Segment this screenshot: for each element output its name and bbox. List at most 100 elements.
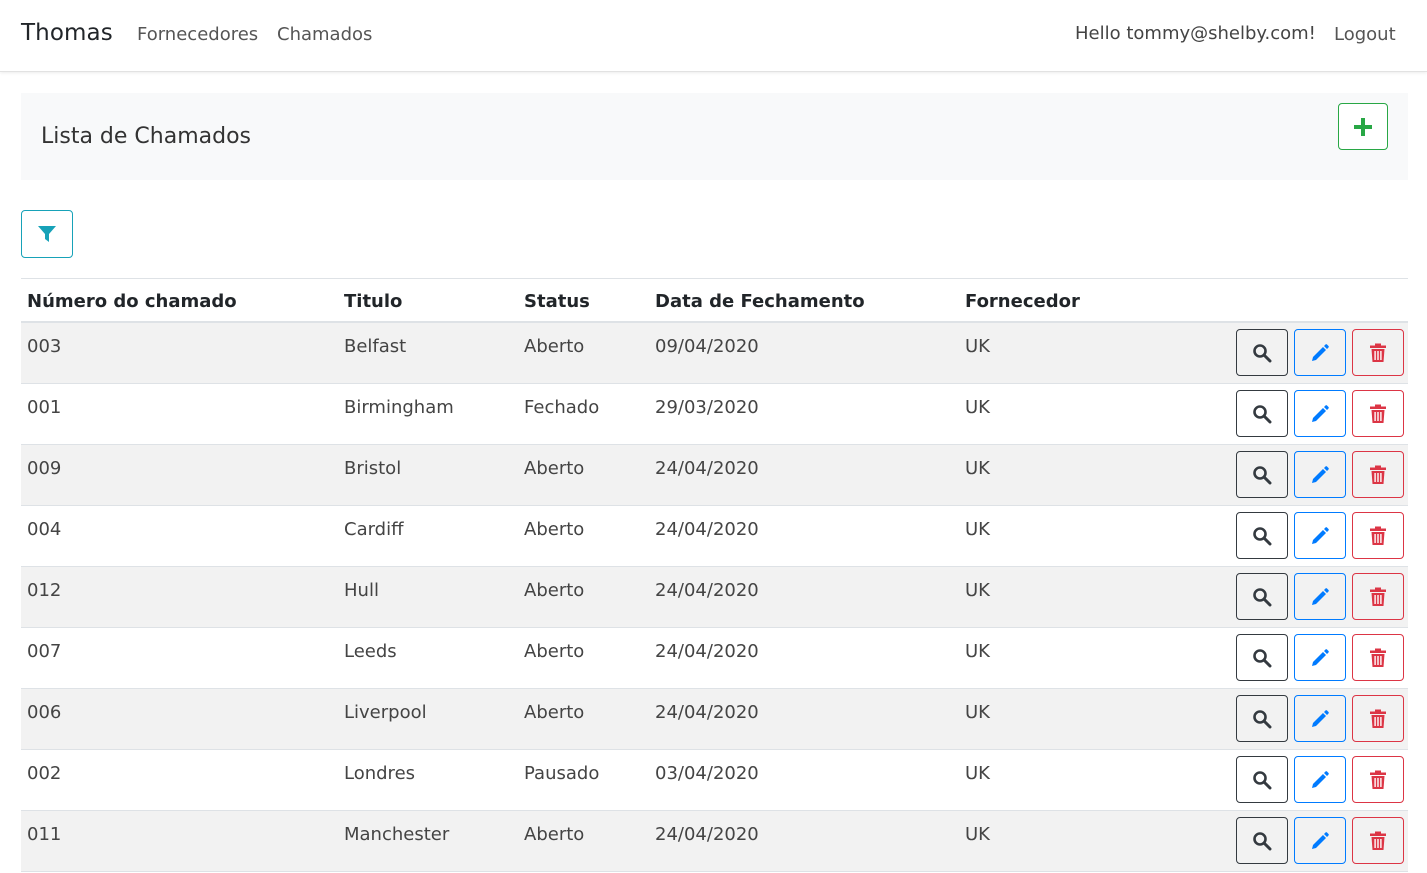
cell-data-fechamento: 24/04/2020: [655, 458, 759, 479]
view-button[interactable]: [1236, 817, 1288, 864]
pencil-icon: [1312, 343, 1329, 361]
pencil-icon: [1312, 587, 1329, 605]
edit-button[interactable]: [1294, 390, 1346, 437]
user-greeting: Hello tommy@shelby.com!: [1075, 23, 1316, 44]
filter-button[interactable]: [21, 210, 73, 258]
trash-icon: [1370, 831, 1386, 850]
cell-titulo: Belfast: [344, 336, 407, 357]
delete-button[interactable]: [1352, 695, 1404, 742]
column-header-titulo: Titulo: [344, 291, 403, 312]
cell-status: Aberto: [524, 580, 585, 601]
cell-numero: 007: [27, 641, 62, 662]
table-row: 004 Cardiff Aberto 24/04/2020 UK: [21, 506, 1408, 567]
pencil-icon: [1312, 831, 1329, 849]
cell-fornecedor: UK: [965, 824, 990, 845]
delete-button[interactable]: [1352, 329, 1404, 376]
logout-link[interactable]: Logout: [1334, 24, 1396, 45]
view-button[interactable]: [1236, 695, 1288, 742]
pencil-icon: [1312, 770, 1329, 788]
view-button[interactable]: [1236, 451, 1288, 498]
navbar: Thomas Fornecedores Chamados Hello tommy…: [0, 0, 1427, 72]
search-icon: [1253, 404, 1272, 423]
cell-data-fechamento: 24/04/2020: [655, 824, 759, 845]
nav-link-chamados[interactable]: Chamados: [277, 24, 372, 45]
page-title: Lista de Chamados: [41, 124, 252, 149]
cell-status: Pausado: [524, 763, 600, 784]
cell-status: Aberto: [524, 336, 585, 357]
cell-fornecedor: UK: [965, 641, 990, 662]
edit-button[interactable]: [1294, 451, 1346, 498]
trash-icon: [1370, 343, 1386, 362]
search-icon: [1253, 526, 1272, 545]
table-row: 001 Birmingham Fechado 29/03/2020 UK: [21, 384, 1408, 445]
cell-titulo: Hull: [344, 580, 379, 601]
cell-titulo: Liverpool: [344, 702, 427, 723]
search-icon: [1253, 648, 1272, 667]
cell-fornecedor: UK: [965, 336, 990, 357]
edit-button[interactable]: [1294, 634, 1346, 681]
cell-numero: 004: [27, 519, 62, 540]
table-row: 012 Hull Aberto 24/04/2020 UK: [21, 567, 1408, 628]
brand-link[interactable]: Thomas: [21, 20, 113, 46]
cell-titulo: Leeds: [344, 641, 397, 662]
pencil-icon: [1312, 648, 1329, 666]
delete-button[interactable]: [1352, 390, 1404, 437]
cell-status: Aberto: [524, 641, 585, 662]
table-row: 009 Bristol Aberto 24/04/2020 UK: [21, 445, 1408, 506]
view-button[interactable]: [1236, 512, 1288, 559]
search-icon: [1253, 587, 1272, 606]
view-button[interactable]: [1236, 390, 1288, 437]
search-icon: [1253, 770, 1272, 789]
view-button[interactable]: [1236, 573, 1288, 620]
column-header-fornecedor: Fornecedor: [965, 291, 1080, 312]
cell-status: Aberto: [524, 519, 585, 540]
cell-fornecedor: UK: [965, 580, 990, 601]
table-row: 011 Manchester Aberto 24/04/2020 UK: [21, 811, 1408, 872]
view-button[interactable]: [1236, 634, 1288, 681]
delete-button[interactable]: [1352, 451, 1404, 498]
cell-fornecedor: UK: [965, 458, 990, 479]
column-header-data: Data de Fechamento: [655, 291, 865, 312]
edit-button[interactable]: [1294, 329, 1346, 376]
cell-status: Aberto: [524, 824, 585, 845]
view-button[interactable]: [1236, 329, 1288, 376]
edit-button[interactable]: [1294, 695, 1346, 742]
pencil-icon: [1312, 404, 1329, 422]
edit-button[interactable]: [1294, 756, 1346, 803]
delete-button[interactable]: [1352, 512, 1404, 559]
delete-button[interactable]: [1352, 634, 1404, 681]
edit-button[interactable]: [1294, 573, 1346, 620]
edit-button[interactable]: [1294, 817, 1346, 864]
cell-titulo: Londres: [344, 763, 416, 784]
edit-button[interactable]: [1294, 512, 1346, 559]
cell-fornecedor: UK: [965, 763, 990, 784]
filter-icon: [38, 226, 56, 242]
nav-link-fornecedores[interactable]: Fornecedores: [137, 24, 258, 45]
cell-numero: 006: [27, 702, 62, 723]
pencil-icon: [1312, 465, 1329, 483]
cell-numero: 011: [27, 824, 62, 845]
add-chamado-button[interactable]: [1338, 103, 1388, 150]
cell-data-fechamento: 09/04/2020: [655, 336, 759, 357]
view-button[interactable]: [1236, 756, 1288, 803]
delete-button[interactable]: [1352, 573, 1404, 620]
pencil-icon: [1312, 709, 1329, 727]
cell-data-fechamento: 03/04/2020: [655, 763, 759, 784]
column-header-status: Status: [524, 291, 590, 312]
cell-numero: 001: [27, 397, 62, 418]
cell-data-fechamento: 24/04/2020: [655, 519, 759, 540]
plus-icon: [1354, 117, 1372, 136]
column-header-numero: Número do chamado: [27, 291, 237, 312]
trash-icon: [1370, 587, 1386, 606]
trash-icon: [1370, 709, 1386, 728]
table-row: 007 Leeds Aberto 24/04/2020 UK: [21, 628, 1408, 689]
cell-fornecedor: UK: [965, 519, 990, 540]
cell-numero: 002: [27, 763, 62, 784]
delete-button[interactable]: [1352, 817, 1404, 864]
cell-status: Aberto: [524, 458, 585, 479]
delete-button[interactable]: [1352, 756, 1404, 803]
trash-icon: [1370, 648, 1386, 667]
cell-numero: 003: [27, 336, 62, 357]
table-body: 003 Belfast Aberto 09/04/2020 UK 001 Birmingha…: [21, 323, 1408, 872]
table-row: 006 Liverpool Aberto 24/04/2020 UK: [21, 689, 1408, 750]
